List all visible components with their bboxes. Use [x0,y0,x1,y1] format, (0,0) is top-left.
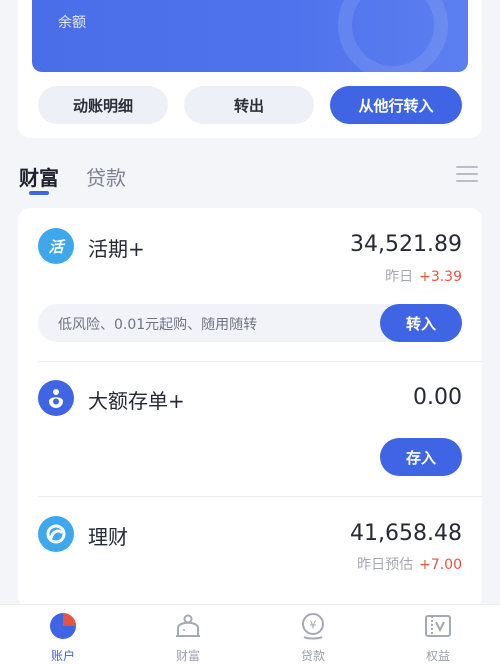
account-summary-panel: 余额 动账明细 转出 从他行转入 [18,0,482,138]
product-amount: 41,658.48 [350,521,462,546]
yesterday-label: 昨日 [385,269,414,285]
flow-details-button[interactable]: 动账明细 [38,86,168,124]
nav-label: 财富 [175,649,200,663]
product-estimated-earnings: 昨日预估 +7.00 [357,554,462,574]
nav-account[interactable]: 账户 [13,605,113,666]
transfer-in-from-other-bank-button[interactable]: 从他行转入 [330,86,462,124]
transfer-out-button[interactable]: 转出 [184,86,314,124]
nav-loan[interactable]: ¥ 贷款 [263,605,363,666]
balance-label: 余额 [58,15,86,31]
deposit-button[interactable]: 存入 [380,438,462,476]
deposit-in-button[interactable]: 转入 [380,304,462,342]
svg-text:¥: ¥ [310,619,317,632]
estimated-delta: +7.00 [419,557,462,573]
estimated-label: 昨日预估 [357,557,414,573]
yesterday-delta: +3.39 [419,269,462,285]
divider [38,361,482,362]
product-name: 理财 [88,525,128,549]
divider [38,496,482,497]
account-pie-icon [50,613,76,639]
product-name: 活期+ [88,237,145,261]
product-amount: 34,521.89 [350,232,462,257]
tab-wealth[interactable]: 财富 [19,162,59,191]
nav-benefits[interactable]: 权益 [388,605,488,666]
product-amount: 0.00 [413,385,462,410]
product-tip-text: 低风险、0.01元起购、随用随转 [58,317,258,333]
active-tab-indicator [29,191,49,195]
list-menu-icon[interactable] [456,164,480,184]
product-list: 活 活期+ 34,521.89 昨日 +3.39 低风险、0.01元起购、随用随转… [18,208,482,608]
wealth-management-icon [38,516,74,552]
loan-coin-icon: ¥ [302,613,324,640]
nav-wealth[interactable]: 财富 [138,605,238,666]
section-tabs: 财富 贷款 [0,158,500,198]
balance-card[interactable]: 余额 [32,0,468,72]
benefits-ticket-icon [425,615,451,637]
product-yesterday-earnings: 昨日 +3.39 [385,266,462,286]
card-decoration [338,0,448,72]
product-name: 大额存单+ [88,389,185,413]
huo-icon-glyph: 活 [48,237,64,256]
nav-label: 账户 [50,649,75,663]
wealth-piggy-icon [176,614,200,637]
deposit-certificate-icon [38,380,74,416]
huo-icon: 活 [38,228,74,264]
nav-label: 贷款 [300,649,325,663]
bottom-nav: 账户 财富 ¥ 贷款 权益 [0,604,500,666]
tab-loan[interactable]: 贷款 [86,162,126,191]
nav-label: 权益 [425,649,450,663]
